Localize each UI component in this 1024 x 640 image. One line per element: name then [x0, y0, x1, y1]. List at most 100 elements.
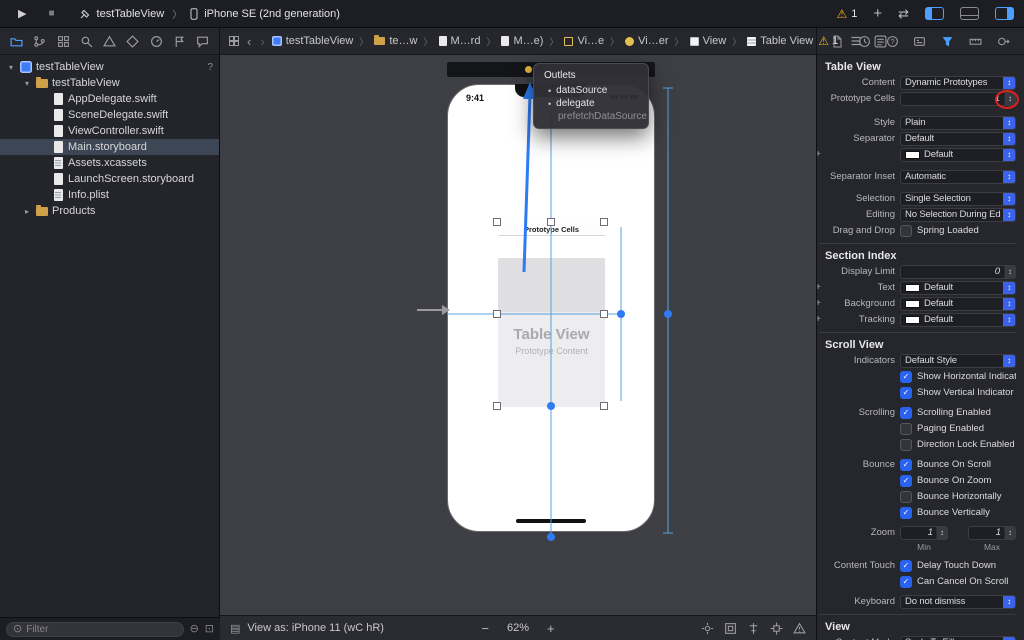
report-navigator-icon[interactable] [196, 35, 209, 48]
resolve-layout-issues-icon[interactable] [793, 622, 806, 635]
outlet-item-datasource[interactable]: • dataSource [534, 84, 648, 97]
source-control-navigator-icon[interactable] [33, 35, 46, 48]
disclosure-chevron-icon[interactable]: ▾ [22, 79, 32, 88]
toggle-inspector-button[interactable] [995, 7, 1014, 20]
breakpoint-navigator-icon[interactable] [173, 35, 186, 48]
prototype-cell[interactable] [498, 258, 605, 312]
stop-button[interactable]: ■ [48, 8, 54, 19]
content-dropdown[interactable]: Dynamic Prototypes [900, 75, 1016, 90]
tree-row-file[interactable]: SceneDelegate.swift [0, 107, 219, 123]
breadcrumb-storyboard-base[interactable]: M…e) [501, 35, 543, 47]
recent-files-filter-icon[interactable]: ⊖ [190, 623, 199, 635]
related-items-icon[interactable] [228, 35, 240, 47]
selection-dropdown[interactable]: Single Selection [900, 191, 1016, 206]
delay-touch-down-checkbox[interactable] [900, 559, 912, 572]
identity-inspector-icon[interactable] [913, 35, 926, 48]
zoom-in-button[interactable]: + [547, 621, 555, 636]
zoom-max-field[interactable]: 1 [968, 525, 1016, 540]
separator-dropdown[interactable]: Default [900, 131, 1016, 146]
breadcrumb-scene[interactable]: Vi…e [564, 35, 604, 47]
bounce-on-scroll-checkbox[interactable] [900, 458, 912, 471]
find-navigator-icon[interactable] [80, 35, 93, 48]
connections-inspector-icon[interactable] [997, 35, 1010, 48]
tree-row-file[interactable]: AppDelegate.swift [0, 91, 219, 107]
project-navigator-icon[interactable] [10, 35, 23, 48]
can-cancel-on-scroll-checkbox[interactable] [900, 575, 912, 588]
scrolling-enabled-checkbox[interactable] [900, 406, 912, 419]
paging-enabled-checkbox[interactable] [900, 422, 912, 435]
view-controller-dock-icon[interactable] [525, 66, 532, 73]
attributes-inspector-icon[interactable] [941, 35, 954, 48]
display-limit-stepper[interactable]: 0 [900, 264, 1016, 279]
style-dropdown[interactable]: Plain [900, 115, 1016, 130]
zoom-min-field[interactable]: 1 [900, 525, 948, 540]
toggle-debug-area-button[interactable] [960, 7, 979, 20]
table-view[interactable]: Prototype Cells Table View Prototype Con… [498, 223, 605, 407]
tree-row-products[interactable]: ▸ Products [0, 203, 219, 219]
editor-options-icon[interactable]: ⇄ [898, 6, 909, 22]
source-control-filter-icon[interactable]: ⊡ [205, 623, 214, 635]
forward-button[interactable]: › [258, 34, 266, 49]
breadcrumb-view-controller[interactable]: Vi…er [625, 35, 669, 47]
show-vertical-indicator-checkbox[interactable] [900, 386, 912, 399]
debug-navigator-icon[interactable] [150, 35, 163, 48]
align-icon[interactable] [747, 622, 760, 635]
breadcrumb-view[interactable]: View [689, 35, 726, 47]
breadcrumb-storyboard[interactable]: M…rd [438, 35, 480, 47]
content-mode-dropdown[interactable]: Scale To Fill [900, 635, 1016, 640]
add-variation-button[interactable]: + [817, 282, 823, 293]
disclosure-chevron-icon[interactable]: ▾ [6, 63, 16, 72]
spring-loaded-checkbox[interactable] [900, 224, 912, 237]
view-as-control[interactable]: ▤ View as: iPhone 11 (wC hR) [230, 622, 384, 635]
run-button[interactable]: ▶ [18, 7, 26, 20]
back-button[interactable]: ‹ [245, 34, 253, 49]
tree-row-file[interactable]: Assets.xcassets [0, 155, 219, 171]
text-color-well[interactable]: Default [900, 280, 1016, 295]
direction-lock-checkbox[interactable] [900, 438, 912, 451]
warning-counter[interactable]: ⚠ 1 [836, 8, 857, 20]
filter-input[interactable]: ⊙ Filter [6, 621, 184, 637]
tree-row-file[interactable]: LaunchScreen.storyboard [0, 171, 219, 187]
update-frames-icon[interactable] [701, 622, 714, 635]
add-constraints-icon[interactable] [770, 622, 783, 635]
disclosure-chevron-icon[interactable]: ▸ [22, 207, 32, 216]
tree-row-file[interactable]: ViewController.swift [0, 123, 219, 139]
background-color-well[interactable]: Default [900, 296, 1016, 311]
breadcrumb-table-view[interactable]: Table View [747, 35, 813, 47]
file-inspector-icon[interactable] [831, 35, 843, 48]
prototype-cells-stepper[interactable]: 1 [900, 89, 1019, 109]
device-view-controller[interactable]: 9:41 Prototype Cells Table View Prototyp… [447, 84, 655, 532]
bounce-horizontally-checkbox[interactable] [900, 490, 912, 503]
show-horizontal-indicator-checkbox[interactable] [900, 370, 912, 383]
separator-color-well[interactable]: Default [900, 147, 1016, 162]
outlet-item-prefetchdatasource[interactable]: prefetchDataSource [534, 110, 648, 123]
separator-inset-dropdown[interactable]: Automatic [900, 169, 1016, 184]
scheme-selector[interactable]: testTableView 〉 iPhone SE (2nd generatio… [79, 6, 340, 21]
quick-help-inspector-icon[interactable]: ? [886, 35, 899, 48]
zoom-out-button[interactable]: − [481, 621, 489, 636]
zoom-level[interactable]: 62% [507, 622, 529, 634]
embed-in-icon[interactable] [724, 622, 737, 635]
breadcrumb-project[interactable]: testTableView [271, 35, 353, 47]
issue-navigator-icon[interactable] [103, 34, 116, 48]
test-navigator-icon[interactable] [126, 34, 140, 48]
storyboard-canvas[interactable]: 9:41 Prototype Cells Table View Prototyp… [220, 55, 816, 615]
add-variation-button[interactable]: + [817, 149, 823, 160]
breadcrumb-group[interactable]: te…w [374, 35, 418, 47]
library-add-button[interactable]: + [873, 5, 882, 22]
editing-dropdown[interactable]: No Selection During Editing [900, 207, 1016, 222]
symbol-navigator-icon[interactable] [57, 35, 70, 48]
bounce-on-zoom-checkbox[interactable] [900, 474, 912, 487]
toggle-navigator-button[interactable] [925, 7, 944, 20]
size-inspector-icon[interactable] [969, 35, 982, 48]
add-variation-button[interactable]: + [817, 314, 823, 325]
keyboard-dropdown[interactable]: Do not dismiss [900, 594, 1016, 609]
add-variation-button[interactable]: + [817, 298, 823, 309]
tree-row-project[interactable]: ▾ testTableView ? [0, 59, 219, 75]
tree-row-file-selected[interactable]: Main.storyboard [0, 139, 219, 155]
history-inspector-icon[interactable] [858, 35, 871, 48]
outlet-item-delegate[interactable]: • delegate [534, 97, 648, 110]
tree-row-file[interactable]: Info.plist [0, 187, 219, 203]
tree-row-group[interactable]: ▾ testTableView [0, 75, 219, 91]
tracking-color-well[interactable]: Default [900, 312, 1016, 327]
